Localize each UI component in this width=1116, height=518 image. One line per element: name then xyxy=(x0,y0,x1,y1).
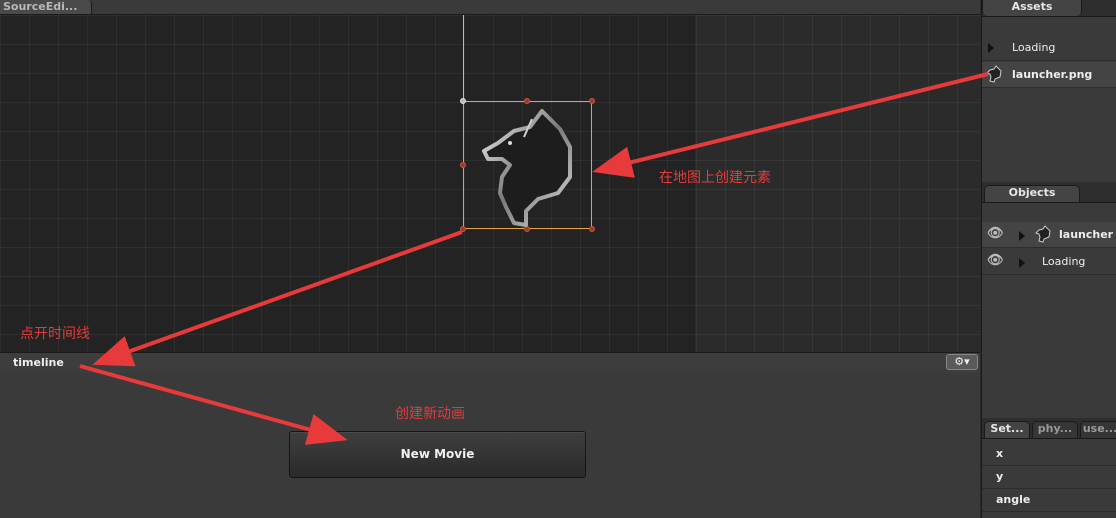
objects-tab-bar: Objects xyxy=(982,182,1116,203)
eye-icon[interactable]: 👁 xyxy=(987,253,1004,268)
property-angle-label: angle xyxy=(982,489,1116,512)
timeline-header[interactable]: timeline ⚙▾ xyxy=(0,352,980,374)
triangle-right-icon[interactable] xyxy=(1019,231,1025,241)
pivot-handle[interactable] xyxy=(460,98,466,104)
tab-source-editor[interactable]: SourceEdi... xyxy=(0,0,92,14)
resize-handle-bottom-left[interactable] xyxy=(460,226,466,232)
right-sidebar: Assets Loading launcher.png Objects 👁 la… xyxy=(981,0,1116,518)
resize-handle-top-right[interactable] xyxy=(589,98,595,104)
wolf-thumbnail-icon xyxy=(1035,225,1051,243)
resize-handle-bottom-right[interactable] xyxy=(589,226,595,232)
property-x-label: x xyxy=(982,443,1116,466)
tab-objects[interactable]: Objects xyxy=(984,185,1080,202)
new-movie-button[interactable]: New Movie xyxy=(289,431,586,478)
annotation-create-element: 在地图上创建元素 xyxy=(659,170,771,186)
wolf-thumbnail-icon xyxy=(986,65,1002,83)
assets-list: Loading launcher.png xyxy=(982,17,1116,180)
eye-icon[interactable]: 👁 xyxy=(987,226,1004,241)
wolf-sprite-image[interactable] xyxy=(480,107,580,227)
triangle-right-icon[interactable] xyxy=(988,43,994,53)
list-item[interactable]: 👁 launcher xyxy=(982,222,1116,248)
tab-user[interactable]: use... xyxy=(1080,421,1116,438)
triangle-right-icon[interactable] xyxy=(1019,258,1025,268)
timeline-panel: New Movie xyxy=(0,373,980,518)
list-item[interactable]: launcher.png xyxy=(982,62,1116,88)
resize-handle-left[interactable] xyxy=(460,162,466,168)
tab-assets[interactable]: Assets xyxy=(982,0,1082,16)
assets-tab-bar: Assets xyxy=(982,0,1116,17)
annotation-create-animation: 创建新动画 xyxy=(395,406,465,422)
timeline-label[interactable]: timeline xyxy=(13,356,64,369)
editor-tab-bar: SourceEdi... xyxy=(0,0,980,15)
tab-physics[interactable]: phy... xyxy=(1032,421,1078,438)
gear-icon[interactable]: ⚙▾ xyxy=(946,354,978,370)
annotation-open-timeline: 点开时间线 xyxy=(20,326,90,342)
list-item[interactable]: Loading xyxy=(982,35,1116,61)
properties-list: x y angle xyxy=(982,439,1116,518)
tab-settings[interactable]: Set... xyxy=(984,421,1030,438)
scene-canvas[interactable] xyxy=(0,15,980,352)
y-axis-guide xyxy=(463,15,464,101)
resize-handle-top[interactable] xyxy=(524,98,530,104)
property-y-label: y xyxy=(982,466,1116,489)
objects-list: 👁 launcher 👁 Loading xyxy=(982,203,1116,418)
list-item[interactable]: 👁 Loading xyxy=(982,249,1116,275)
properties-tab-bar: Set... phy... use... xyxy=(982,418,1116,439)
